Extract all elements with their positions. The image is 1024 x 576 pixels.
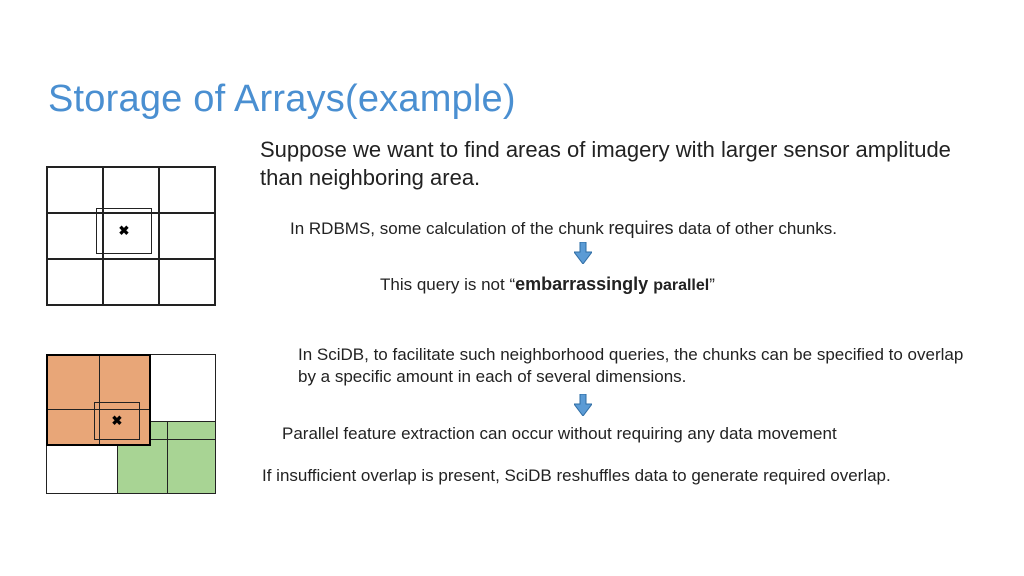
down-arrow-icon-2 bbox=[574, 394, 592, 416]
diagram-non-overlap: ✖ bbox=[46, 166, 216, 306]
parallel-text: Parallel feature extraction can occur wi… bbox=[282, 424, 1002, 444]
rdbms-requires: requires bbox=[608, 218, 673, 238]
scidb-text: In SciDB, to facilitate such neighborhoo… bbox=[298, 344, 978, 388]
slide-title: Storage of Arrays(example) bbox=[48, 78, 516, 121]
np-post: ” bbox=[709, 275, 715, 294]
query-point-icon-2: ✖ bbox=[112, 413, 123, 429]
np-par: parallel bbox=[653, 277, 709, 294]
not-parallel-text: This query is not “embarrassingly parall… bbox=[380, 274, 715, 295]
rdbms-text: In RDBMS, some calculation of the chunk … bbox=[290, 218, 970, 239]
query-point-icon: ✖ bbox=[119, 223, 130, 239]
down-arrow-icon bbox=[574, 242, 592, 264]
np-pre: This query is not “ bbox=[380, 275, 515, 294]
diagram-overlap: ✖ bbox=[46, 354, 216, 494]
rdbms-post: data of other chunks. bbox=[673, 219, 837, 238]
np-emb: embarrassingly bbox=[515, 274, 653, 294]
reshuffle-text: If insufficient overlap is present, SciD… bbox=[262, 466, 1022, 486]
intro-text: Suppose we want to find areas of imagery… bbox=[260, 136, 960, 191]
rdbms-pre: In RDBMS, some calculation of the chunk bbox=[290, 219, 608, 238]
